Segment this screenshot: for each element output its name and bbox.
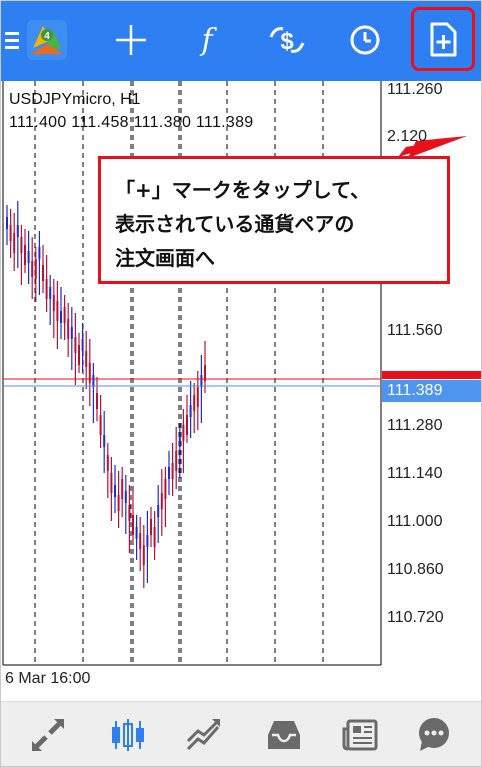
candle-body — [146, 535, 149, 547]
price-tick: 111.280 — [387, 417, 443, 434]
candle-body — [52, 295, 55, 311]
candle-body — [56, 301, 59, 321]
crosshair-icon[interactable] — [107, 15, 155, 65]
period-icon[interactable] — [341, 15, 389, 65]
candle-body — [124, 491, 127, 503]
price-tick: 111.260 — [387, 81, 443, 98]
quotes-icon[interactable] — [23, 710, 73, 760]
mt4-logo[interactable]: 4 — [23, 15, 71, 65]
price-tick: 111.560 — [387, 322, 443, 339]
candle-body — [110, 473, 113, 493]
svg-text:4: 4 — [44, 31, 50, 42]
candle-body — [42, 265, 44, 281]
candle-body — [78, 345, 80, 365]
candle-body — [96, 393, 98, 409]
candle-body — [88, 363, 91, 383]
candle-body — [20, 237, 23, 253]
candle-body — [74, 337, 77, 353]
history-icon[interactable] — [259, 710, 309, 760]
candle-body — [16, 225, 19, 237]
objects-icon[interactable]: $ — [263, 15, 311, 65]
candle-body — [168, 467, 170, 479]
candle-body — [171, 463, 174, 479]
candle-body — [160, 493, 163, 509]
price-tick: 2.120 — [387, 128, 428, 145]
candle-body — [182, 425, 185, 441]
trade-icon[interactable] — [179, 710, 229, 760]
candle-body — [13, 233, 16, 253]
new-order-highlight — [411, 7, 475, 71]
candle-body — [175, 451, 178, 471]
candle-body — [38, 247, 41, 259]
candle-body — [114, 485, 116, 497]
candle-body — [70, 327, 73, 339]
app-window: 4 f $ USDJPYmicro, H1 111.400 111.458 11… — [0, 0, 482, 767]
news-icon[interactable] — [335, 710, 385, 760]
candle-body — [178, 435, 181, 447]
candle-body — [31, 261, 34, 277]
candle-body — [132, 515, 134, 535]
candle-body — [142, 545, 145, 565]
candle-body — [193, 395, 196, 411]
price-tick: 111.000 — [387, 513, 443, 530]
candle-body — [99, 415, 102, 435]
callout-text: 「+」マークをタップして、 表示されている通貨ペアの 注文画面へ — [115, 178, 371, 270]
candle-body — [157, 505, 160, 517]
candle-body — [196, 387, 199, 407]
candle-body — [81, 339, 84, 351]
top-toolbar: 4 f $ — [1, 1, 481, 81]
current-price-badge: 111.389 — [382, 380, 481, 402]
bottom-nav — [1, 701, 481, 766]
candle-body — [34, 259, 37, 279]
candle-body — [106, 455, 109, 471]
chart-icon[interactable] — [103, 710, 153, 760]
candle-body — [153, 527, 156, 547]
candle-body — [186, 415, 188, 435]
svg-text:f: f — [199, 23, 217, 57]
candle-body — [135, 527, 138, 539]
instruction-callout: 「+」マークをタップして、 表示されている通貨ペアの 注文画面へ — [98, 156, 450, 284]
candle-body — [6, 217, 8, 229]
candle-body — [9, 225, 12, 241]
candle-body — [60, 311, 62, 323]
candle-body — [92, 375, 95, 387]
symbol-label: USDJPYmicro, H1 — [9, 91, 141, 108]
candle-body — [24, 245, 26, 265]
candle-body — [164, 479, 167, 499]
price-tick: 110.860 — [387, 561, 444, 578]
candle-body — [200, 375, 203, 387]
candle-body — [139, 533, 142, 549]
price-tick: 110.720 — [387, 609, 444, 626]
ohlc-values: 111.400 111.458 111.380 111.389 — [9, 114, 254, 131]
candle-body — [128, 505, 131, 521]
candle-body — [117, 495, 120, 511]
chat-icon[interactable] — [409, 710, 459, 760]
ask-price-badge — [382, 371, 481, 379]
candle-body — [150, 519, 152, 535]
candle-body — [49, 287, 52, 299]
candle-body — [27, 251, 30, 263]
candle-body — [45, 279, 48, 299]
time-axis-label: 6 Mar 16:00 — [5, 670, 91, 687]
candle-body — [103, 435, 106, 447]
candle-body — [67, 319, 70, 339]
candle-body — [189, 405, 192, 417]
price-tick: 111.140 — [387, 465, 443, 482]
candle-body — [63, 307, 66, 323]
candle-body — [85, 351, 88, 367]
candle-body — [121, 479, 124, 499]
indicators-icon[interactable]: f — [183, 15, 231, 65]
